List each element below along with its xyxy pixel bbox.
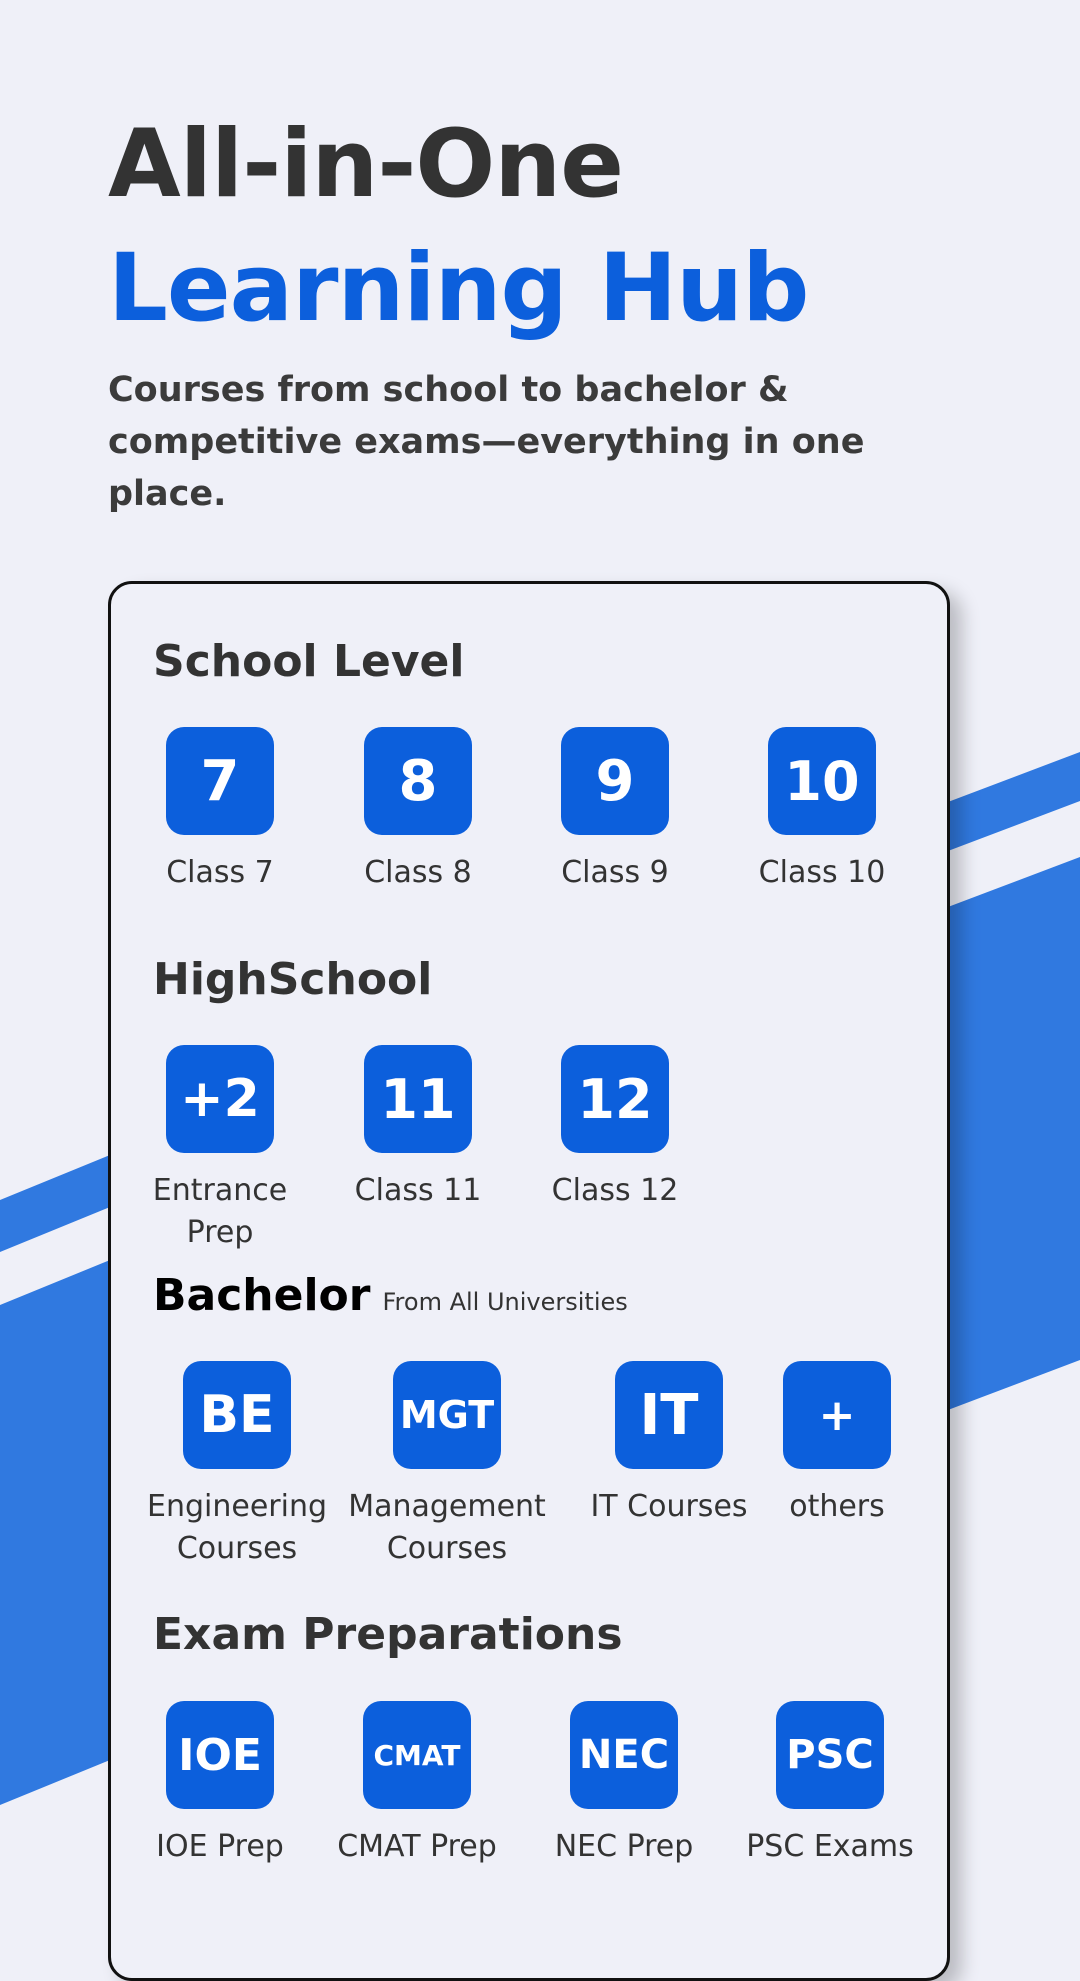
engineering-courses-tile[interactable]: BE bbox=[183, 1361, 291, 1469]
class-7-badge: 7 bbox=[200, 748, 240, 814]
hero-subtitle: Courses from school to bachelor & compet… bbox=[108, 370, 865, 514]
bachelor-note: From All Universities bbox=[382, 1288, 628, 1316]
class-7-tile[interactable]: 7 bbox=[166, 727, 274, 835]
left-thin-stripe bbox=[0, 1155, 110, 1252]
entrance-prep-badge: +2 bbox=[180, 1069, 260, 1129]
class-10-label: Class 10 bbox=[758, 855, 886, 890]
engineering-courses-label: Engineering Courses bbox=[147, 1489, 327, 1566]
section-title-exam-preparations: Exam Preparations bbox=[153, 1609, 623, 1660]
class-10-tile[interactable]: 10 bbox=[768, 727, 876, 835]
ioe-badge: IOE bbox=[178, 1729, 262, 1781]
ioe-prep-label: IOE Prep bbox=[156, 1829, 284, 1864]
class-10-badge: 10 bbox=[784, 749, 860, 813]
class-8-label: Class 8 bbox=[364, 855, 472, 890]
psc-exams-tile[interactable]: PSC bbox=[776, 1701, 884, 1809]
entrance-prep-label: Entrance Prep bbox=[152, 1173, 288, 1250]
class-12-badge: 12 bbox=[577, 1067, 653, 1131]
it-badge: IT bbox=[639, 1382, 699, 1448]
right-thin-stripe bbox=[940, 752, 1080, 854]
class-7-label: Class 7 bbox=[166, 855, 274, 890]
course-card: School Level 7 Class 7 8 Class 8 9 Class… bbox=[108, 581, 950, 1981]
others-label: others bbox=[789, 1489, 885, 1524]
others-tile[interactable]: + bbox=[783, 1361, 891, 1469]
hero-title-line2: Learning Hub bbox=[108, 234, 809, 343]
bachelor-title-text: Bachelor bbox=[153, 1270, 371, 1321]
left-wide-stripe bbox=[0, 1260, 110, 1805]
hero-title-line1: All-in-One bbox=[108, 110, 624, 219]
psc-exams-label: PSC Exams bbox=[746, 1829, 914, 1864]
management-courses-tile[interactable]: MGT bbox=[393, 1361, 501, 1469]
management-badge: MGT bbox=[399, 1393, 495, 1437]
nec-prep-label: NEC Prep bbox=[554, 1829, 694, 1864]
class-12-tile[interactable]: 12 bbox=[561, 1045, 669, 1153]
class-9-tile[interactable]: 9 bbox=[561, 727, 669, 835]
class-11-label: Class 11 bbox=[354, 1173, 482, 1208]
nec-prep-tile[interactable]: NEC bbox=[570, 1701, 678, 1809]
class-11-tile[interactable]: 11 bbox=[364, 1045, 472, 1153]
class-8-tile[interactable]: 8 bbox=[364, 727, 472, 835]
section-title-highschool: HighSchool bbox=[153, 954, 433, 1005]
engineering-badge: BE bbox=[199, 1385, 275, 1445]
hero-section: All-in-One Learning Hub Courses from sch… bbox=[108, 110, 988, 520]
class-9-badge: 9 bbox=[595, 748, 635, 814]
ioe-prep-tile[interactable]: IOE bbox=[166, 1701, 274, 1809]
cmat-prep-tile[interactable]: CMAT bbox=[363, 1701, 471, 1809]
management-courses-label: Management Courses bbox=[348, 1489, 546, 1566]
class-11-badge: 11 bbox=[380, 1067, 456, 1131]
cmat-badge: CMAT bbox=[373, 1738, 461, 1772]
class-9-label: Class 9 bbox=[561, 855, 669, 890]
right-wide-stripe bbox=[940, 857, 1080, 1413]
psc-badge: PSC bbox=[786, 1732, 874, 1778]
cmat-prep-label: CMAT Prep bbox=[337, 1829, 497, 1864]
nec-badge: NEC bbox=[578, 1732, 670, 1778]
it-courses-tile[interactable]: IT bbox=[615, 1361, 723, 1469]
entrance-prep-tile[interactable]: +2 bbox=[166, 1045, 274, 1153]
class-8-badge: 8 bbox=[398, 748, 438, 814]
section-title-school-level: School Level bbox=[153, 636, 465, 687]
class-12-label: Class 12 bbox=[551, 1173, 679, 1208]
section-title-bachelor: Bachelor From All Universities bbox=[153, 1268, 628, 1330]
others-badge: + bbox=[818, 1389, 856, 1441]
